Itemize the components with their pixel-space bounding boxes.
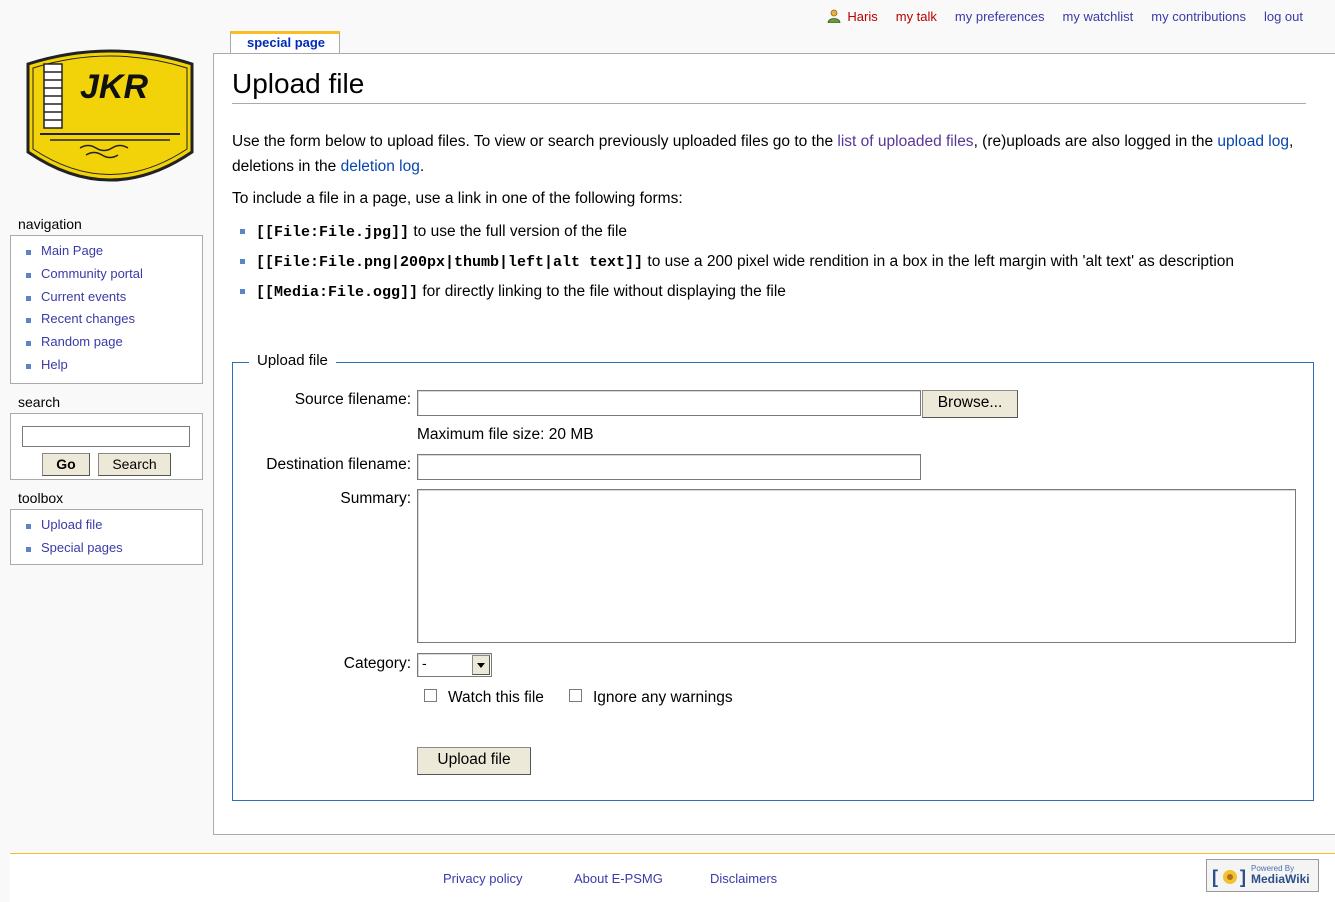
destination-filename-input[interactable] — [417, 454, 921, 480]
form-text: to use a 200 pixel wide rendition in a b… — [643, 253, 1235, 270]
content-area: Upload file Use the form below to upload… — [213, 53, 1335, 835]
ignore-warnings-checkbox[interactable] — [569, 689, 582, 702]
fieldset-legend: Upload file — [249, 352, 336, 369]
sidebar-link[interactable]: Main Page — [41, 243, 103, 258]
user-link[interactable]: Haris — [827, 8, 878, 24]
form-code: [[Media:File.ogg]] — [256, 284, 419, 301]
search-button[interactable]: Search — [98, 453, 171, 476]
sidebar-link[interactable]: Recent changes — [41, 311, 135, 326]
page-title: Upload file — [232, 68, 1306, 104]
category-select[interactable]: - — [417, 653, 492, 677]
list-item: [[File:File.jpg]] to use the full versio… — [236, 219, 1310, 245]
summary-label: Summary: — [340, 490, 411, 507]
deletion-log-link[interactable]: deletion log — [341, 158, 420, 175]
sidebar-link[interactable]: Special pages — [41, 540, 123, 555]
sidebar-item-community-portal: Community portal — [24, 263, 202, 286]
form-text: for directly linking to the file without… — [418, 283, 786, 300]
include-instructions: To include a file in a page, use a link … — [232, 190, 683, 207]
intro-text-1: Use the form below to upload files. To v… — [232, 133, 838, 150]
summary-textarea[interactable] — [417, 489, 1296, 643]
sidebar-link[interactable]: Help — [41, 357, 68, 372]
list-item: [[Media:File.ogg]] for directly linking … — [236, 279, 1310, 305]
my-watchlist-link[interactable]: my watchlist — [1063, 9, 1134, 24]
form-code: [[File:File.jpg]] — [256, 224, 410, 241]
sidebar-item-random-page: Random page — [24, 331, 202, 354]
ignore-warnings-label: Ignore any warnings — [593, 689, 733, 706]
my-talk-link[interactable]: my talk — [896, 9, 937, 24]
search-heading: search — [18, 394, 61, 410]
search-input[interactable] — [22, 426, 190, 447]
upload-log-link[interactable]: upload log — [1217, 133, 1289, 150]
sidebar-link[interactable]: Random page — [41, 334, 123, 349]
navigation-portlet: Main Page Community portal Current event… — [10, 235, 203, 384]
privacy-policy-link[interactable]: Privacy policy — [443, 871, 522, 886]
sidebar-link[interactable]: Upload file — [41, 517, 102, 532]
form-code: [[File:File.png|200px|thumb|left|alt tex… — [256, 254, 644, 271]
mediawiki-icon: [ ] — [1212, 867, 1246, 887]
watch-file-checkbox[interactable] — [424, 689, 437, 702]
my-contributions-link[interactable]: my contributions — [1151, 9, 1246, 24]
sidebar-item-upload-file: Upload file — [24, 514, 202, 537]
user-icon — [827, 9, 841, 23]
intro-text-2: , (re)uploads are also logged in the — [973, 133, 1218, 150]
sidebar-item-help: Help — [24, 354, 202, 377]
link-forms-list: [[File:File.jpg]] to use the full versio… — [236, 219, 1310, 309]
upload-fieldset: Upload file Source filename: Browse... M… — [232, 352, 1314, 801]
source-filename-input[interactable] — [417, 390, 921, 416]
navigation-heading: navigation — [18, 216, 82, 232]
sidebar-item-recent-changes: Recent changes — [24, 308, 202, 331]
svg-text:]: ] — [1240, 867, 1246, 887]
upload-file-button[interactable]: Upload file — [417, 747, 531, 775]
tab-special-page[interactable]: special page — [230, 31, 341, 54]
jkr-logo[interactable]: JKR — [20, 42, 200, 198]
intro-paragraph: Use the form below to upload files. To v… — [232, 129, 1322, 179]
personal-tools: Haris my talk my preferences my watchlis… — [827, 6, 1303, 26]
svg-text:[: [ — [1212, 867, 1218, 887]
mediawiki-label: MediaWiki — [1251, 872, 1310, 886]
watch-file-label: Watch this file — [448, 689, 544, 706]
source-filename-label: Source filename: — [294, 391, 411, 408]
list-item: [[File:File.png|200px|thumb|left|alt tex… — [236, 249, 1310, 275]
form-text: to use the full version of the file — [409, 223, 628, 240]
category-label: Category: — [343, 655, 411, 672]
sidebar-link[interactable]: Community portal — [41, 266, 143, 281]
toolbox-portlet: Upload file Special pages — [10, 509, 203, 565]
category-selected-value: - — [422, 655, 427, 671]
toolbox-heading: toolbox — [18, 490, 64, 506]
search-portlet: Go Search — [10, 413, 203, 480]
sidebar-item-special-pages: Special pages — [24, 537, 202, 560]
powered-by-mediawiki-badge[interactable]: [ ] Powered By MediaWiki — [1206, 859, 1319, 892]
go-button[interactable]: Go — [42, 453, 90, 476]
disclaimers-link[interactable]: Disclaimers — [710, 871, 777, 886]
dropdown-arrow-icon[interactable] — [472, 655, 490, 675]
username-label: Haris — [847, 8, 878, 24]
my-preferences-link[interactable]: my preferences — [955, 9, 1045, 24]
intro-text-4: . — [419, 158, 425, 175]
log-out-link[interactable]: log out — [1264, 9, 1303, 24]
svg-text:JKR: JKR — [80, 68, 148, 106]
browse-button[interactable]: Browse... — [922, 390, 1018, 418]
sidebar-link[interactable]: Current events — [41, 289, 126, 304]
list-of-uploaded-files-link[interactable]: list of uploaded files — [837, 133, 973, 150]
destination-filename-label: Destination filename: — [266, 456, 411, 473]
footer: Privacy policy About E-PSMG Disclaimers … — [10, 853, 1335, 902]
max-file-size-text: Maximum file size: 20 MB — [417, 426, 594, 443]
sidebar-item-main-page: Main Page — [24, 240, 202, 263]
about-link[interactable]: About E-PSMG — [574, 871, 663, 886]
sidebar-item-current-events: Current events — [24, 286, 202, 309]
